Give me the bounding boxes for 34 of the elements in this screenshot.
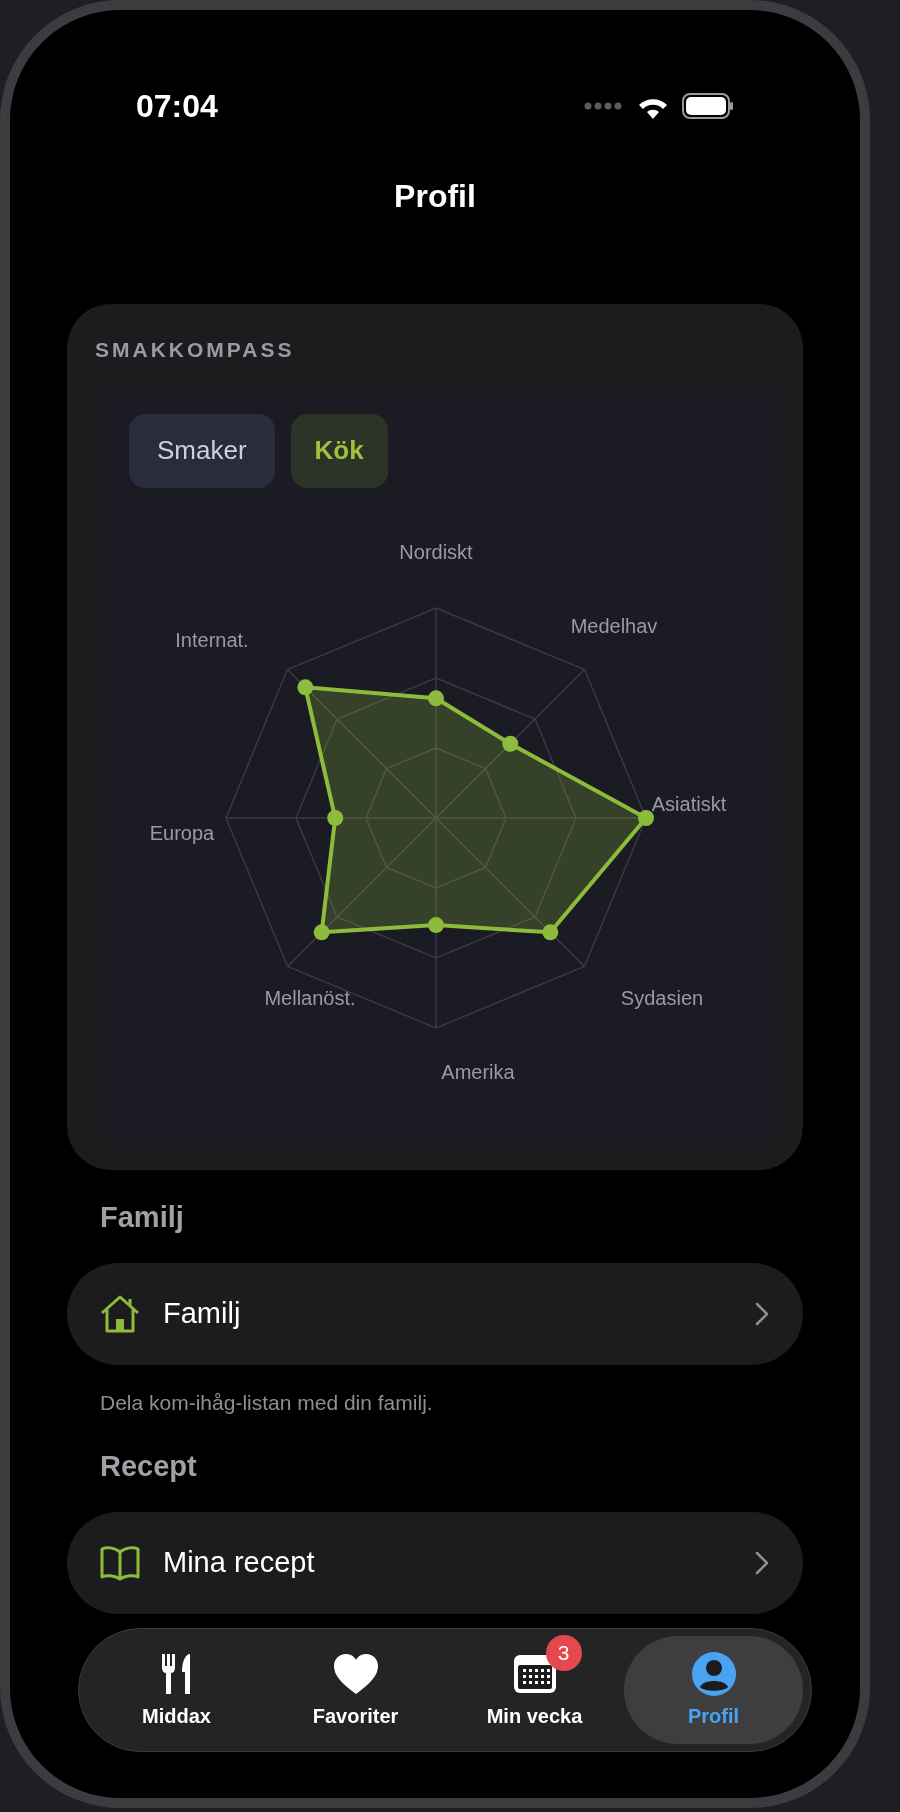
chevron-right-icon <box>755 1551 769 1575</box>
notification-badge: 3 <box>545 1635 582 1671</box>
chevron-right-icon <box>755 1302 769 1326</box>
segment-tab[interactable]: Smaker <box>129 413 275 488</box>
axis-label: Medelhav <box>570 614 658 637</box>
axis-label: Europa <box>149 821 215 844</box>
person-icon <box>690 1651 737 1697</box>
signal-dots-icon <box>584 102 624 110</box>
axis-label: Mellanöst. <box>264 986 356 1009</box>
list-row[interactable]: Mina recept <box>67 1512 803 1614</box>
list-row[interactable]: Familj <box>67 1263 803 1365</box>
axis-label: Nordiskt <box>399 540 473 563</box>
section-note: Dela kom-ihåg-listan med din familj. <box>100 1390 434 1416</box>
section-heading: Familj <box>100 1199 185 1235</box>
tab-item[interactable]: 3 Min vecka <box>445 1636 624 1744</box>
tab-item[interactable]: Profil <box>624 1636 803 1744</box>
axis-label: Asiatiskt <box>651 792 727 815</box>
axis-label: Internat. <box>175 628 249 651</box>
tab-item[interactable]: Middax <box>87 1636 266 1744</box>
segment-tab[interactable]: Kök <box>290 413 388 488</box>
row-label: Familj <box>163 1296 242 1332</box>
section-heading: Recept <box>100 1448 198 1484</box>
house-icon <box>99 1294 141 1334</box>
tab-item[interactable]: Favoriter <box>266 1636 445 1744</box>
axis-label: Amerika <box>441 1060 515 1083</box>
book-icon <box>99 1545 141 1581</box>
axis-label: Sydasien <box>620 986 704 1009</box>
battery-icon <box>682 93 734 119</box>
heart-icon <box>332 1653 379 1695</box>
status-time: 07:04 <box>136 87 218 126</box>
calendar-icon <box>511 1653 558 1695</box>
row-label: Mina recept <box>163 1545 316 1581</box>
screen-title: Profil <box>394 177 476 216</box>
card-title: SMAKKOMPASS <box>95 337 296 363</box>
